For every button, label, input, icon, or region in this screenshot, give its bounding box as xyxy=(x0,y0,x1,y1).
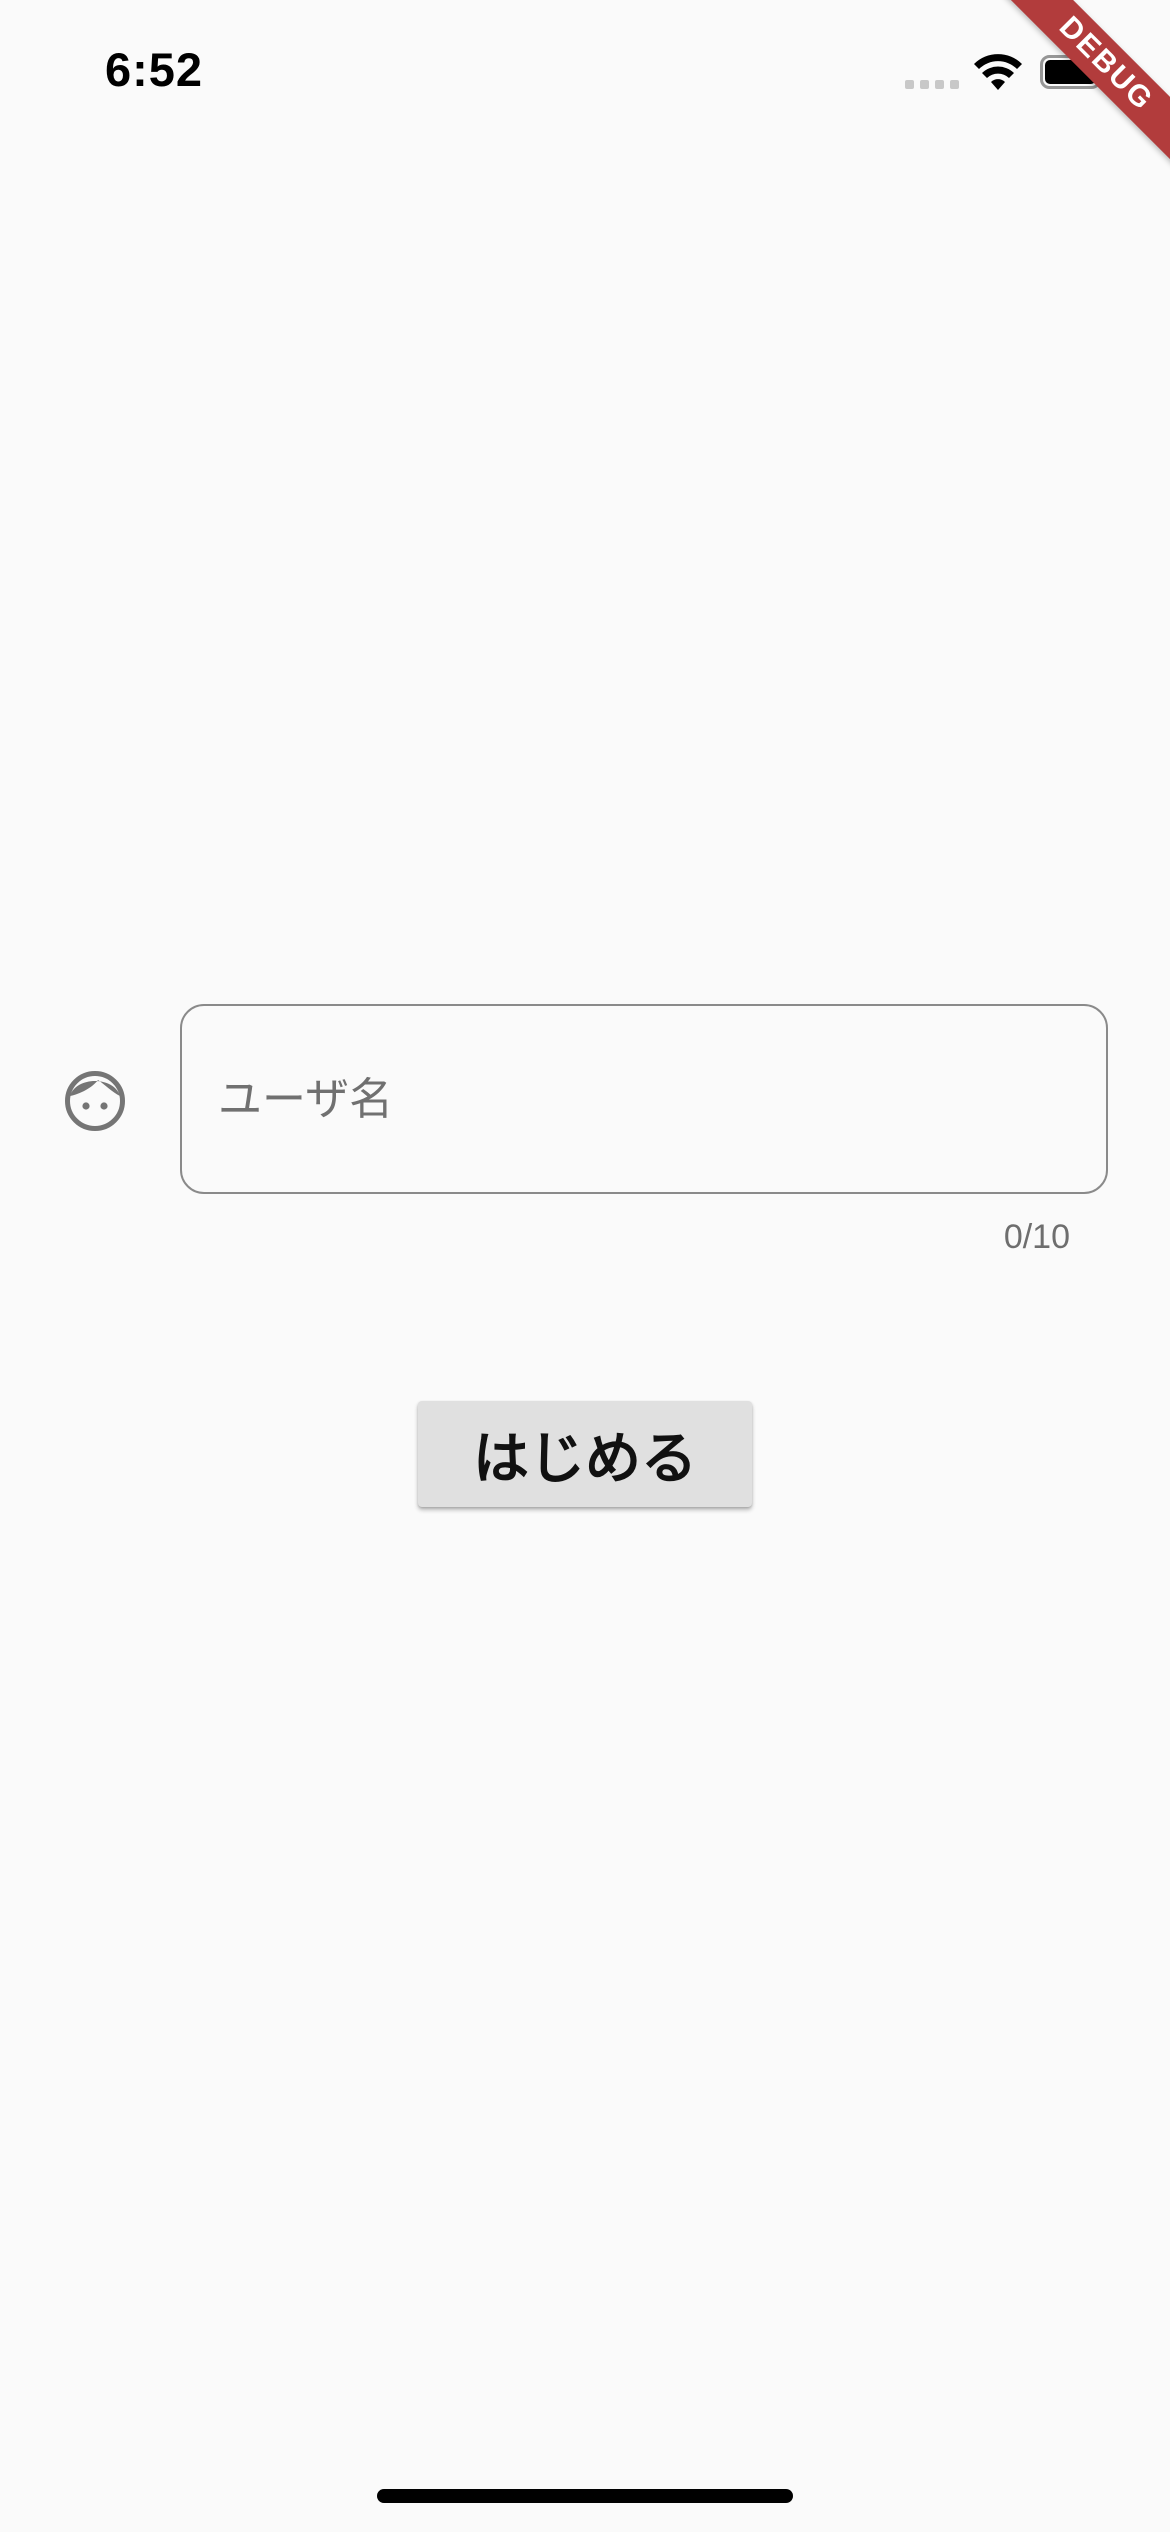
character-counter: 0/10 xyxy=(1003,1218,1070,1256)
debug-banner-label: DEBUG xyxy=(990,0,1170,180)
home-indicator[interactable] xyxy=(377,2489,793,2503)
status-time: 6:52 xyxy=(105,43,204,96)
start-button[interactable]: はじめる xyxy=(418,1401,752,1507)
username-row xyxy=(0,1004,1170,1194)
debug-banner: DEBUG xyxy=(990,0,1170,180)
username-input[interactable] xyxy=(180,1004,1108,1194)
cellular-signal-icon xyxy=(905,80,959,89)
face-icon xyxy=(65,1071,125,1131)
